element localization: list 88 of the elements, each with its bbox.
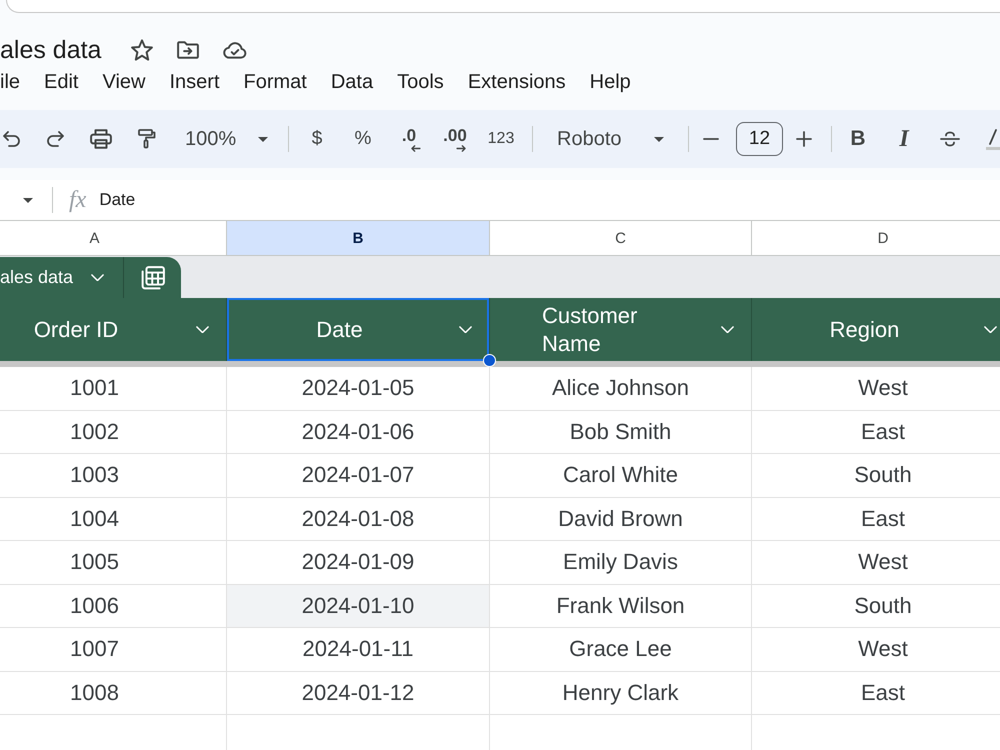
menu-item[interactable]: Edit [32,68,90,96]
table-cell: 2024-01-06 [227,410,490,454]
header-label: Date [316,316,363,344]
folder-arrow-icon[interactable] [177,41,200,59]
zoom-dropdown[interactable]: 100% [175,121,275,157]
header-cell[interactable]: Order ID [0,298,227,361]
arrow-right-icon [456,144,466,152]
table-cell: East [752,672,1000,715]
table-name-button[interactable]: ales data [0,257,124,298]
menu-item[interactable]: Format [232,68,319,96]
table-cell: 2024-01-07 [227,454,490,498]
formula-input[interactable]: Date [99,190,136,210]
document-title[interactable]: ales data [0,34,102,66]
table-cell: 2024-01-09 [227,541,490,584]
table-cell: 1001 [0,367,227,410]
caret-down-icon[interactable] [23,198,33,202]
table-cell: 1003 [0,454,227,498]
font-dropdown[interactable]: Roboto [547,121,675,157]
table-cell: Bob Smith [490,410,752,454]
bold-button[interactable]: B [840,121,876,157]
table-cell: Frank Wilson [490,584,752,628]
chevron-down-icon[interactable] [984,326,997,334]
number-format-button[interactable]: 123 [483,121,519,157]
fx-label: fx [69,186,86,214]
font-size-field[interactable]: 12 [736,122,783,156]
table-cell: West [752,541,1000,584]
column-header[interactable]: D [752,221,1000,255]
table-cell: 2024-01-11 [227,628,490,672]
table-cell: Carol White [490,454,752,498]
menu-item[interactable]: ile [0,68,32,96]
table-cell: West [752,628,1000,672]
menu-item[interactable]: View [90,68,158,96]
table-cell: 1002 [0,410,227,454]
plus-icon[interactable] [796,131,812,147]
percent-format-button[interactable]: % [345,121,381,157]
header-cell[interactable]: Region [752,298,1000,361]
table-cell: Henry Clark [490,672,752,715]
increase-decimals-button[interactable]: .00 [437,121,473,157]
table-cell: South [752,584,1000,628]
chevron-down-icon [91,274,104,282]
print-icon[interactable] [90,129,112,149]
strikethrough-icon[interactable] [940,131,960,147]
table-cell: 1005 [0,541,227,584]
menu-item[interactable]: Help [578,68,643,96]
column-header[interactable]: B [227,221,490,255]
column-header[interactable]: C [490,221,752,255]
table-cell: David Brown [490,498,752,541]
menu-item[interactable]: Tools [385,68,456,96]
header-label: Region [830,316,900,344]
menu-item[interactable]: Extensions [456,68,578,96]
table-cell: 2024-01-05 [227,367,490,410]
table-cell: 2024-01-10 [227,584,490,628]
header-label: Customer Name [542,302,638,358]
arrow-left-icon [410,144,420,152]
cloud-check-icon[interactable] [223,41,248,59]
chevron-down-icon[interactable] [721,326,734,334]
paint-roller-icon[interactable] [138,129,156,149]
redo-icon[interactable] [45,130,65,148]
header-label: Order ID [34,316,118,344]
table-cell: Alice Johnson [490,367,752,410]
table-cell: 2024-01-08 [227,498,490,541]
table-cell: 1007 [0,628,227,672]
table-cell: Grace Lee [490,628,752,672]
table-cell: 1004 [0,498,227,541]
text-color-icon[interactable] [986,127,1000,151]
caret-down-icon [654,136,664,142]
table-cell: East [752,410,1000,454]
table-cell: 2024-01-12 [227,672,490,715]
table-cell: South [752,454,1000,498]
chevron-down-icon[interactable] [196,326,209,334]
table-cell: 1006 [0,584,227,628]
table-cell: 1008 [0,672,227,715]
table-cell: West [752,367,1000,410]
header-cell[interactable]: Customer Name [490,298,752,361]
caret-down-icon [258,136,268,142]
table-cell: Emily Davis [490,541,752,584]
currency-format-button[interactable]: $ [299,121,335,157]
table-icon[interactable] [140,266,165,290]
undo-icon[interactable] [2,130,22,148]
header-cell[interactable]: Date [227,298,490,361]
decrease-decimals-button[interactable]: .0 [391,121,427,157]
minus-icon[interactable] [703,137,719,141]
menu-item[interactable]: Insert [157,68,232,96]
table-cell: East [752,498,1000,541]
chevron-down-icon[interactable] [459,326,472,334]
menu-item[interactable]: Data [318,68,386,96]
italic-button[interactable]: I [886,121,922,157]
star-icon[interactable] [131,39,154,61]
